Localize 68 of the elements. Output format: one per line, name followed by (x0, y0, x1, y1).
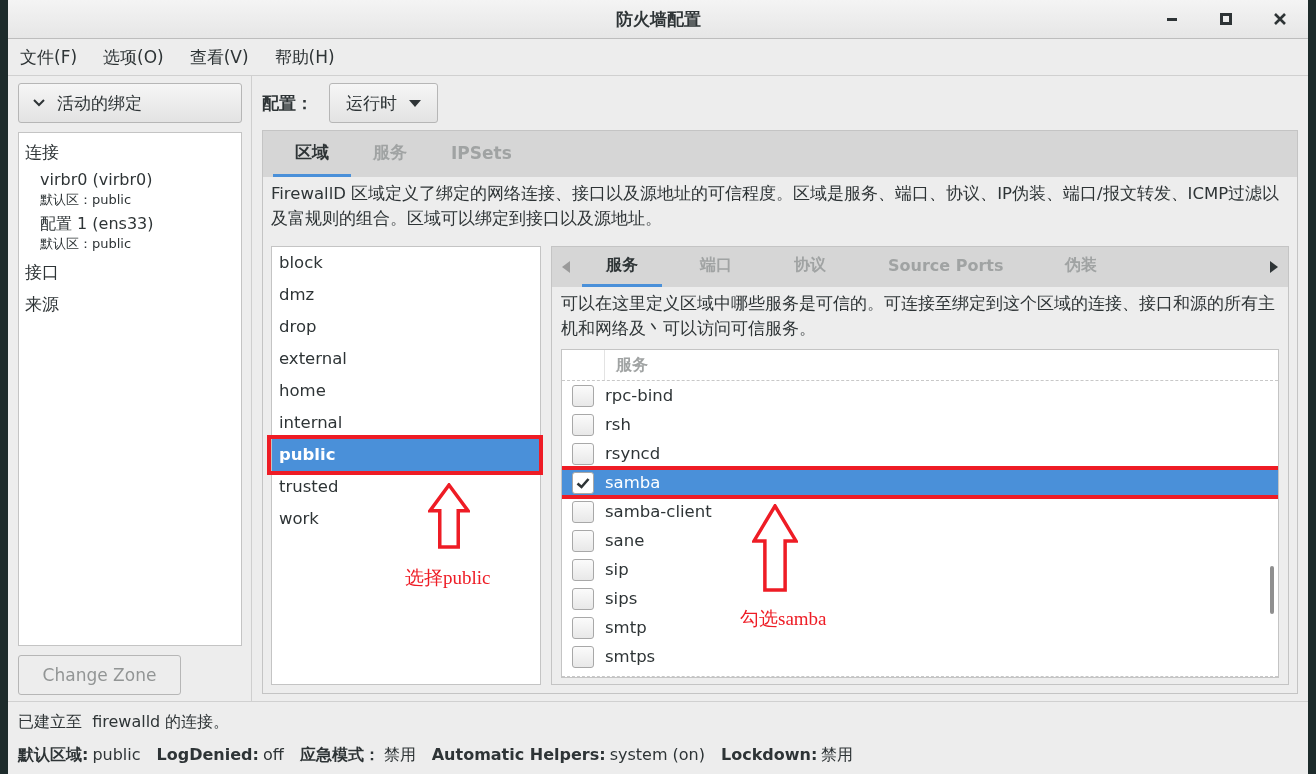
service-name[interactable]: rsh (605, 415, 631, 434)
zone-item[interactable]: drop (272, 311, 540, 343)
scroll-right-icon (1270, 261, 1278, 273)
zone-item[interactable]: trusted (272, 471, 540, 503)
zone-description: FirewallD 区域定义了绑定的网络连接、接口以及源地址的可信程度。区域是服务、端口、协议、IP伪装、端口/报文转发、ICMP过滤以及富规则的组合。区域可以绑定到接口以及源地址。 (271, 183, 1281, 230)
checkbox[interactable] (572, 384, 594, 407)
status-message: 已建立至 firewalld 的连接。 (18, 712, 231, 733)
service-name[interactable]: sane (605, 531, 645, 550)
service-name[interactable]: smtps (605, 647, 656, 666)
connection-zone: 默认区：public (40, 191, 133, 209)
connection-name[interactable]: virbr0 (virbr0) (40, 169, 235, 191)
service-name[interactable]: rsyncd (605, 444, 661, 463)
status-label: 默认区域: (18, 745, 89, 764)
annotation-text: 选择public (405, 566, 491, 590)
configuration-label: 配置： (262, 91, 313, 115)
status-label: Automatic Helpers: (431, 745, 606, 764)
zone-item[interactable]: dmz (272, 279, 540, 311)
checkbox[interactable] (572, 442, 594, 465)
service-name[interactable]: sips (605, 589, 638, 608)
scroll-left-icon (562, 261, 570, 273)
caret-icon (409, 99, 421, 107)
zone-item[interactable]: work (272, 503, 540, 535)
checkbox[interactable] (572, 587, 594, 610)
close-icon (1274, 13, 1286, 25)
tab[interactable]: 区域 (273, 131, 351, 177)
zone-item[interactable]: internal (272, 407, 540, 439)
configuration-dropdown[interactable]: 运行时 (329, 83, 438, 123)
checkbox[interactable] (572, 529, 594, 552)
window-title: 防火墙配置 (615, 7, 701, 31)
checkbox[interactable] (572, 558, 594, 581)
service-name[interactable]: samba-client (605, 502, 712, 521)
service-name[interactable]: rpc-bind (605, 386, 674, 405)
maximize-icon (1220, 13, 1232, 25)
menu-item[interactable]: 查看(V) (181, 41, 257, 73)
checkbox[interactable] (572, 500, 594, 523)
menu-item[interactable]: 选项(O) (95, 41, 172, 73)
binding-group[interactable]: 来源 (25, 289, 235, 321)
zone-item[interactable]: block (272, 247, 540, 279)
annotation-text: 勾选samba (740, 607, 827, 631)
status-value: public (92, 745, 141, 764)
bindings-toggle[interactable]: 活动的绑定 (18, 83, 242, 123)
checkbox[interactable] (572, 616, 594, 639)
minimize-icon (1167, 17, 1177, 21)
status-value: off (262, 745, 284, 764)
connection-zone: 默认区：public (40, 235, 133, 253)
checkbox[interactable] (572, 471, 594, 494)
status-label: 应急模式： (299, 745, 380, 764)
status-value: 禁用 (383, 745, 416, 764)
checkbox[interactable] (572, 413, 594, 436)
status-value: system (on) (609, 745, 705, 764)
binding-group[interactable]: 接口 (25, 257, 235, 289)
status-label: LogDenied: (156, 745, 259, 764)
check-icon (576, 476, 590, 489)
scrollbar[interactable] (1270, 566, 1274, 614)
status-label: Lockdown: (721, 745, 818, 764)
connection-name[interactable]: 配置 1 (ens33) (40, 213, 235, 235)
status-value: 禁用 (821, 745, 854, 764)
zone-item[interactable]: home (272, 375, 540, 407)
binding-group[interactable]: 连接 (25, 137, 235, 169)
services-description: 可以在这里定义区域中哪些服务是可信的。可连接至绑定到这个区域的连接、接口和源的所有主机和网络及丶可以访问可信服务。 (561, 293, 1276, 340)
service-name[interactable]: sip (605, 560, 629, 579)
tab[interactable]: 服务 (582, 247, 662, 287)
checkbox[interactable] (572, 645, 594, 668)
menu-item[interactable]: 帮助(H) (266, 41, 343, 73)
service-name[interactable]: smtp (605, 618, 647, 637)
menu-item[interactable]: 文件(F) (12, 41, 86, 73)
zone-item[interactable]: external (272, 343, 540, 375)
annotation-arrow (428, 483, 470, 549)
